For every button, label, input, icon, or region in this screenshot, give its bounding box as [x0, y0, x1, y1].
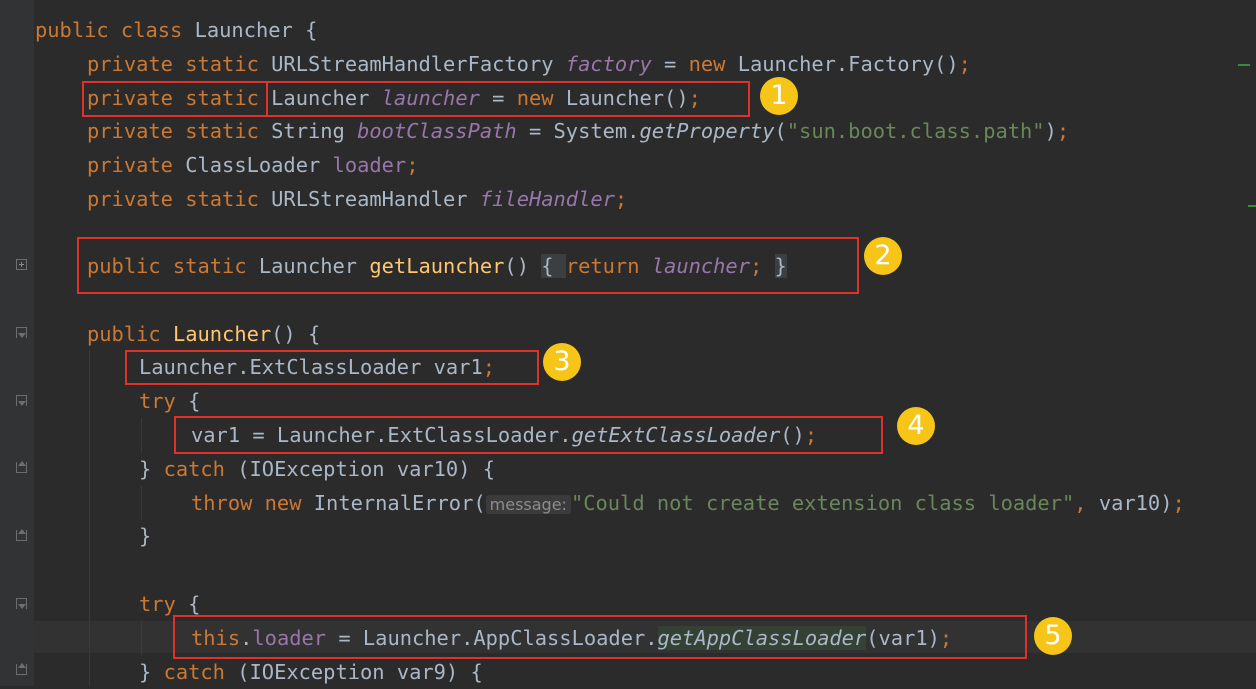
code-line[interactable]: throw new InternalError(message: "Could n… [191, 486, 1185, 520]
code-token: factory [565, 52, 652, 76]
code-token: public [87, 322, 173, 346]
code-token: private static [87, 187, 272, 211]
code-token: ClassLoader [185, 153, 333, 177]
code-token: catch [163, 457, 238, 481]
highlight-box-5 [173, 615, 1027, 659]
code-token: getProperty [639, 119, 775, 143]
code-token: Launcher [172, 322, 272, 346]
code-token: (IOException var10) { [237, 457, 496, 481]
code-token: } [139, 660, 164, 684]
code-token: () { [271, 322, 321, 346]
highlight-box-3 [125, 350, 539, 385]
code-token: try [139, 592, 189, 616]
callout-badge-5: 5 [1034, 617, 1072, 655]
code-token: = [651, 52, 689, 76]
highlight-box-1-right [266, 81, 750, 117]
code-line[interactable]: public Launcher() { [87, 317, 320, 351]
code-token: ; [1056, 119, 1070, 143]
code-token: } [139, 457, 164, 481]
code-line[interactable]: } catch (IOException var10) { [139, 452, 495, 486]
code-token: public class [35, 18, 195, 42]
code-token: "sun.boot.class.path" [786, 119, 1045, 143]
code-token: ; [1172, 491, 1185, 515]
code-token: Launcher.Factory() [737, 52, 959, 76]
highlight-box-4 [174, 416, 883, 454]
highlight-box-2 [77, 237, 859, 294]
code-token: ; [958, 52, 971, 76]
parameter-hint: message: [485, 495, 571, 514]
code-token: try [139, 389, 189, 413]
code-token: String [271, 119, 358, 143]
code-line[interactable]: private static String bootClassPath = Sy… [87, 114, 1069, 148]
code-token: InternalError( [313, 491, 486, 515]
code-line[interactable]: private ClassLoader loader; [87, 148, 419, 182]
code-line[interactable]: try { [139, 384, 200, 418]
code-token: catch [163, 660, 238, 684]
code-token: = System. [516, 119, 640, 143]
code-token: ( [774, 119, 787, 143]
code-token: { [188, 592, 201, 616]
code-token: new [688, 52, 738, 76]
code-token: private static [87, 52, 272, 76]
callout-badge-4: 4 [897, 407, 935, 445]
code-token: "Could not create extension class loader… [570, 491, 1075, 515]
code-line[interactable]: public class Launcher { [35, 13, 317, 47]
code-token: private static [87, 119, 272, 143]
code-token: throw new [191, 491, 314, 515]
code-token: fileHandler [479, 187, 615, 211]
code-token: { [188, 389, 201, 413]
code-token: , [1074, 491, 1099, 515]
code-token: URLStreamHandler [271, 187, 480, 211]
highlight-box-1 [82, 81, 268, 117]
code-token: Launcher { [194, 18, 318, 42]
code-token: URLStreamHandlerFactory [271, 52, 566, 76]
code-token: } [139, 524, 152, 548]
code-token: loader [332, 153, 407, 177]
code-token: var10) [1098, 491, 1173, 515]
code-token: bootClassPath [357, 119, 517, 143]
code-token: ) [1044, 119, 1057, 143]
code-line[interactable]: private static URLStreamHandler fileHand… [87, 182, 627, 216]
code-token: ; [406, 153, 419, 177]
callout-badge-2: 2 [864, 237, 902, 275]
code-line[interactable]: } [139, 519, 151, 553]
code-token: (IOException var9) { [237, 660, 483, 684]
code-line[interactable]: private static URLStreamHandlerFactory f… [87, 47, 971, 81]
callout-badge-1: 1 [760, 77, 798, 115]
callout-badge-3: 3 [543, 343, 581, 381]
code-token: private [87, 153, 186, 177]
code-token: ; [614, 187, 628, 211]
code-line[interactable]: } catch (IOException var9) { [139, 655, 483, 689]
